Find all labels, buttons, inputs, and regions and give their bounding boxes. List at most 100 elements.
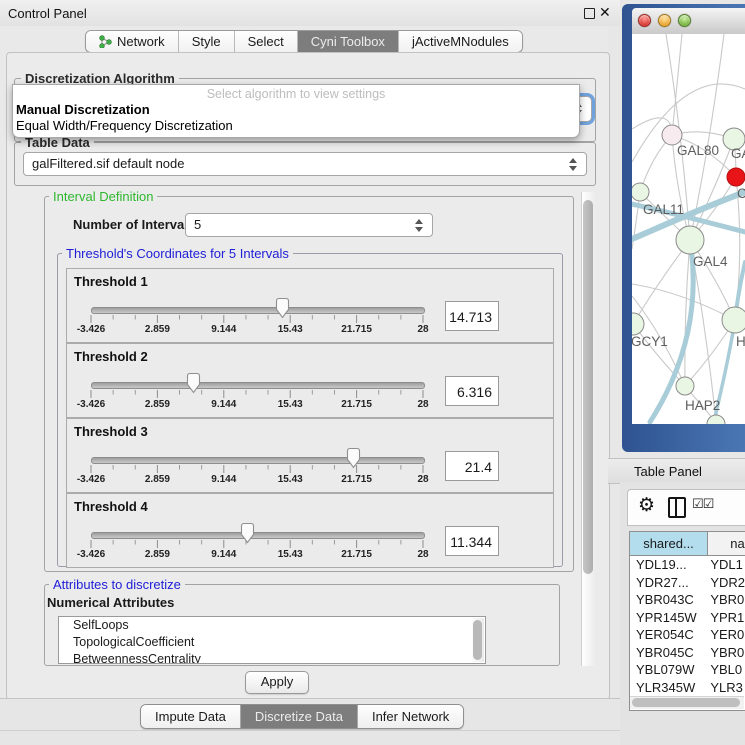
checkboxes-icon[interactable]: ☑☑ <box>692 496 713 512</box>
table-row[interactable]: YBR043CYBR0 <box>630 592 745 610</box>
popup-option[interactable]: Equal Width/Frequency Discretization <box>16 118 233 133</box>
close-traffic-light-icon[interactable] <box>638 14 651 27</box>
table-row[interactable]: YLR345WYLR3 <box>630 680 745 698</box>
tab-discretize-data[interactable]: Discretize Data <box>241 705 358 728</box>
column-header-shared-name[interactable]: shared... <box>630 532 708 556</box>
tab-impute-data[interactable]: Impute Data <box>141 705 241 728</box>
scrollbar-thumb[interactable] <box>632 698 740 707</box>
threshold-value-field[interactable]: 14.713 <box>445 301 499 331</box>
interval-definition-title: Interval Definition <box>49 189 157 204</box>
slider-handle[interactable] <box>275 297 290 319</box>
tick-label: 15.43 <box>260 474 320 485</box>
list-item[interactable]: SelfLoops <box>59 617 485 634</box>
tab-label: Cyni Toolbox <box>311 34 385 49</box>
table-toolbar: ⚙ ☑☑ <box>627 489 745 526</box>
table-row[interactable]: YBR045CYBR0 <box>630 645 745 663</box>
list-item[interactable]: BetweennessCentrality <box>59 651 485 664</box>
tick-label: 15.43 <box>260 399 320 410</box>
threshold-value-field[interactable]: 6.316 <box>445 376 499 406</box>
cell-shared-name: YDL19... <box>630 557 705 575</box>
network-node[interactable] <box>632 183 649 201</box>
table-row[interactable]: YER054CYER0 <box>630 627 745 645</box>
num-intervals-combobox[interactable]: 5 <box>185 213 433 237</box>
network-window-titlebar[interactable] <box>632 8 745 35</box>
list-item[interactable]: TopologicalCoefficient <box>59 634 485 651</box>
cell-name: YDL1 <box>705 557 745 575</box>
tick-label: 21.715 <box>327 474 387 485</box>
tab-jactivemnodules[interactable]: jActiveMNodules <box>399 31 522 52</box>
tick-label: 21.715 <box>327 324 387 335</box>
list-scrollbar[interactable] <box>472 618 484 662</box>
tab-style[interactable]: Style <box>179 31 235 52</box>
attributes-listbox[interactable]: SelfLoopsTopologicalCoefficientBetweenne… <box>58 616 486 664</box>
table-row[interactable]: YDR27...YDR2 <box>630 575 745 593</box>
table-panel-titlebar: Table Panel <box>608 458 745 484</box>
tick-label: 9.144 <box>194 474 254 485</box>
slider-track[interactable] <box>91 382 425 389</box>
tick-label: 15.43 <box>260 324 320 335</box>
network-icon <box>99 35 112 48</box>
bottom-bar: Impute DataDiscretize DataInfer Network <box>0 698 620 745</box>
network-node[interactable] <box>676 226 704 254</box>
table-row[interactable]: YBL079WYBL0 <box>630 662 745 680</box>
divider <box>0 730 620 731</box>
slider-track[interactable] <box>91 532 425 539</box>
tab-network[interactable]: Network <box>86 31 179 52</box>
network-node[interactable] <box>727 168 745 186</box>
network-node[interactable] <box>722 307 745 333</box>
column-header-name[interactable]: na <box>708 532 745 556</box>
cell-shared-name: YBL079W <box>630 662 705 680</box>
node-label: GAL4 <box>693 254 728 269</box>
cell-shared-name: YPR145W <box>630 610 705 628</box>
tick-label: 28 <box>393 324 453 335</box>
network-node[interactable] <box>707 415 725 424</box>
tab-select[interactable]: Select <box>235 31 298 52</box>
tick-label: 2.859 <box>127 399 187 410</box>
slider-handle[interactable] <box>240 522 255 544</box>
network-view-window: GAL80GACYGAL11GAL4GCY1HAHAP2 <box>622 4 745 452</box>
network-node[interactable] <box>632 313 644 335</box>
apply-button[interactable]: Apply <box>245 671 309 694</box>
threshold-panel: Threshold 4-3.4262.8599.14415.4321.71528… <box>66 493 554 568</box>
node-label: GA <box>731 146 745 161</box>
threshold-value-field[interactable]: 11.344 <box>445 526 499 556</box>
slider-handle[interactable] <box>186 372 201 394</box>
threshold-value-field[interactable]: 21.4 <box>445 451 499 481</box>
tick-label: 21.715 <box>327 549 387 560</box>
tick-label: 28 <box>393 399 453 410</box>
tab-cyni-toolbox[interactable]: Cyni Toolbox <box>298 31 399 52</box>
slider-handle[interactable] <box>346 447 361 469</box>
tab-infer-network[interactable]: Infer Network <box>358 705 463 728</box>
tick-label: 9.144 <box>194 324 254 335</box>
node-label: GAL11 <box>643 202 684 217</box>
vertical-scrollbar[interactable] <box>581 192 595 666</box>
slider-track[interactable] <box>91 457 425 464</box>
table-data-combobox[interactable]: galFiltered.sif default node <box>23 152 587 176</box>
tick-label: 15.43 <box>260 549 320 560</box>
gear-icon[interactable]: ⚙ <box>638 494 655 517</box>
node-label: HA <box>736 334 745 349</box>
network-canvas[interactable]: GAL80GACYGAL11GAL4GCY1HAHAP2 <box>632 34 745 424</box>
tick-label: -3.426 <box>61 474 121 485</box>
split-columns-icon[interactable] <box>668 497 686 518</box>
tick-label: 2.859 <box>127 324 187 335</box>
popup-option[interactable]: Manual Discretization <box>16 102 150 117</box>
zoom-traffic-light-icon[interactable] <box>678 14 691 27</box>
scrollbar-thumb[interactable] <box>583 200 593 574</box>
tick-label: 21.715 <box>327 399 387 410</box>
close-icon[interactable]: ✕ <box>599 4 611 21</box>
tab-label: Style <box>192 34 221 49</box>
minimize-traffic-light-icon[interactable] <box>658 14 671 27</box>
threshold-label: Threshold 1 <box>74 274 148 289</box>
numerical-attributes-label: Numerical Attributes <box>47 595 174 610</box>
scrollbar-thumb[interactable] <box>473 620 482 660</box>
table-row[interactable]: YDL19...YDL1 <box>630 557 745 575</box>
combo-arrows-icon <box>568 158 577 171</box>
network-node[interactable] <box>662 125 682 145</box>
network-node[interactable] <box>676 377 694 395</box>
table-row[interactable]: YPR145WYPR1 <box>630 610 745 628</box>
threshold-label: Threshold 4 <box>74 499 148 514</box>
horizontal-scrollbar[interactable] <box>630 696 744 709</box>
float-window-icon[interactable] <box>584 8 595 19</box>
slider-track[interactable] <box>91 307 425 314</box>
